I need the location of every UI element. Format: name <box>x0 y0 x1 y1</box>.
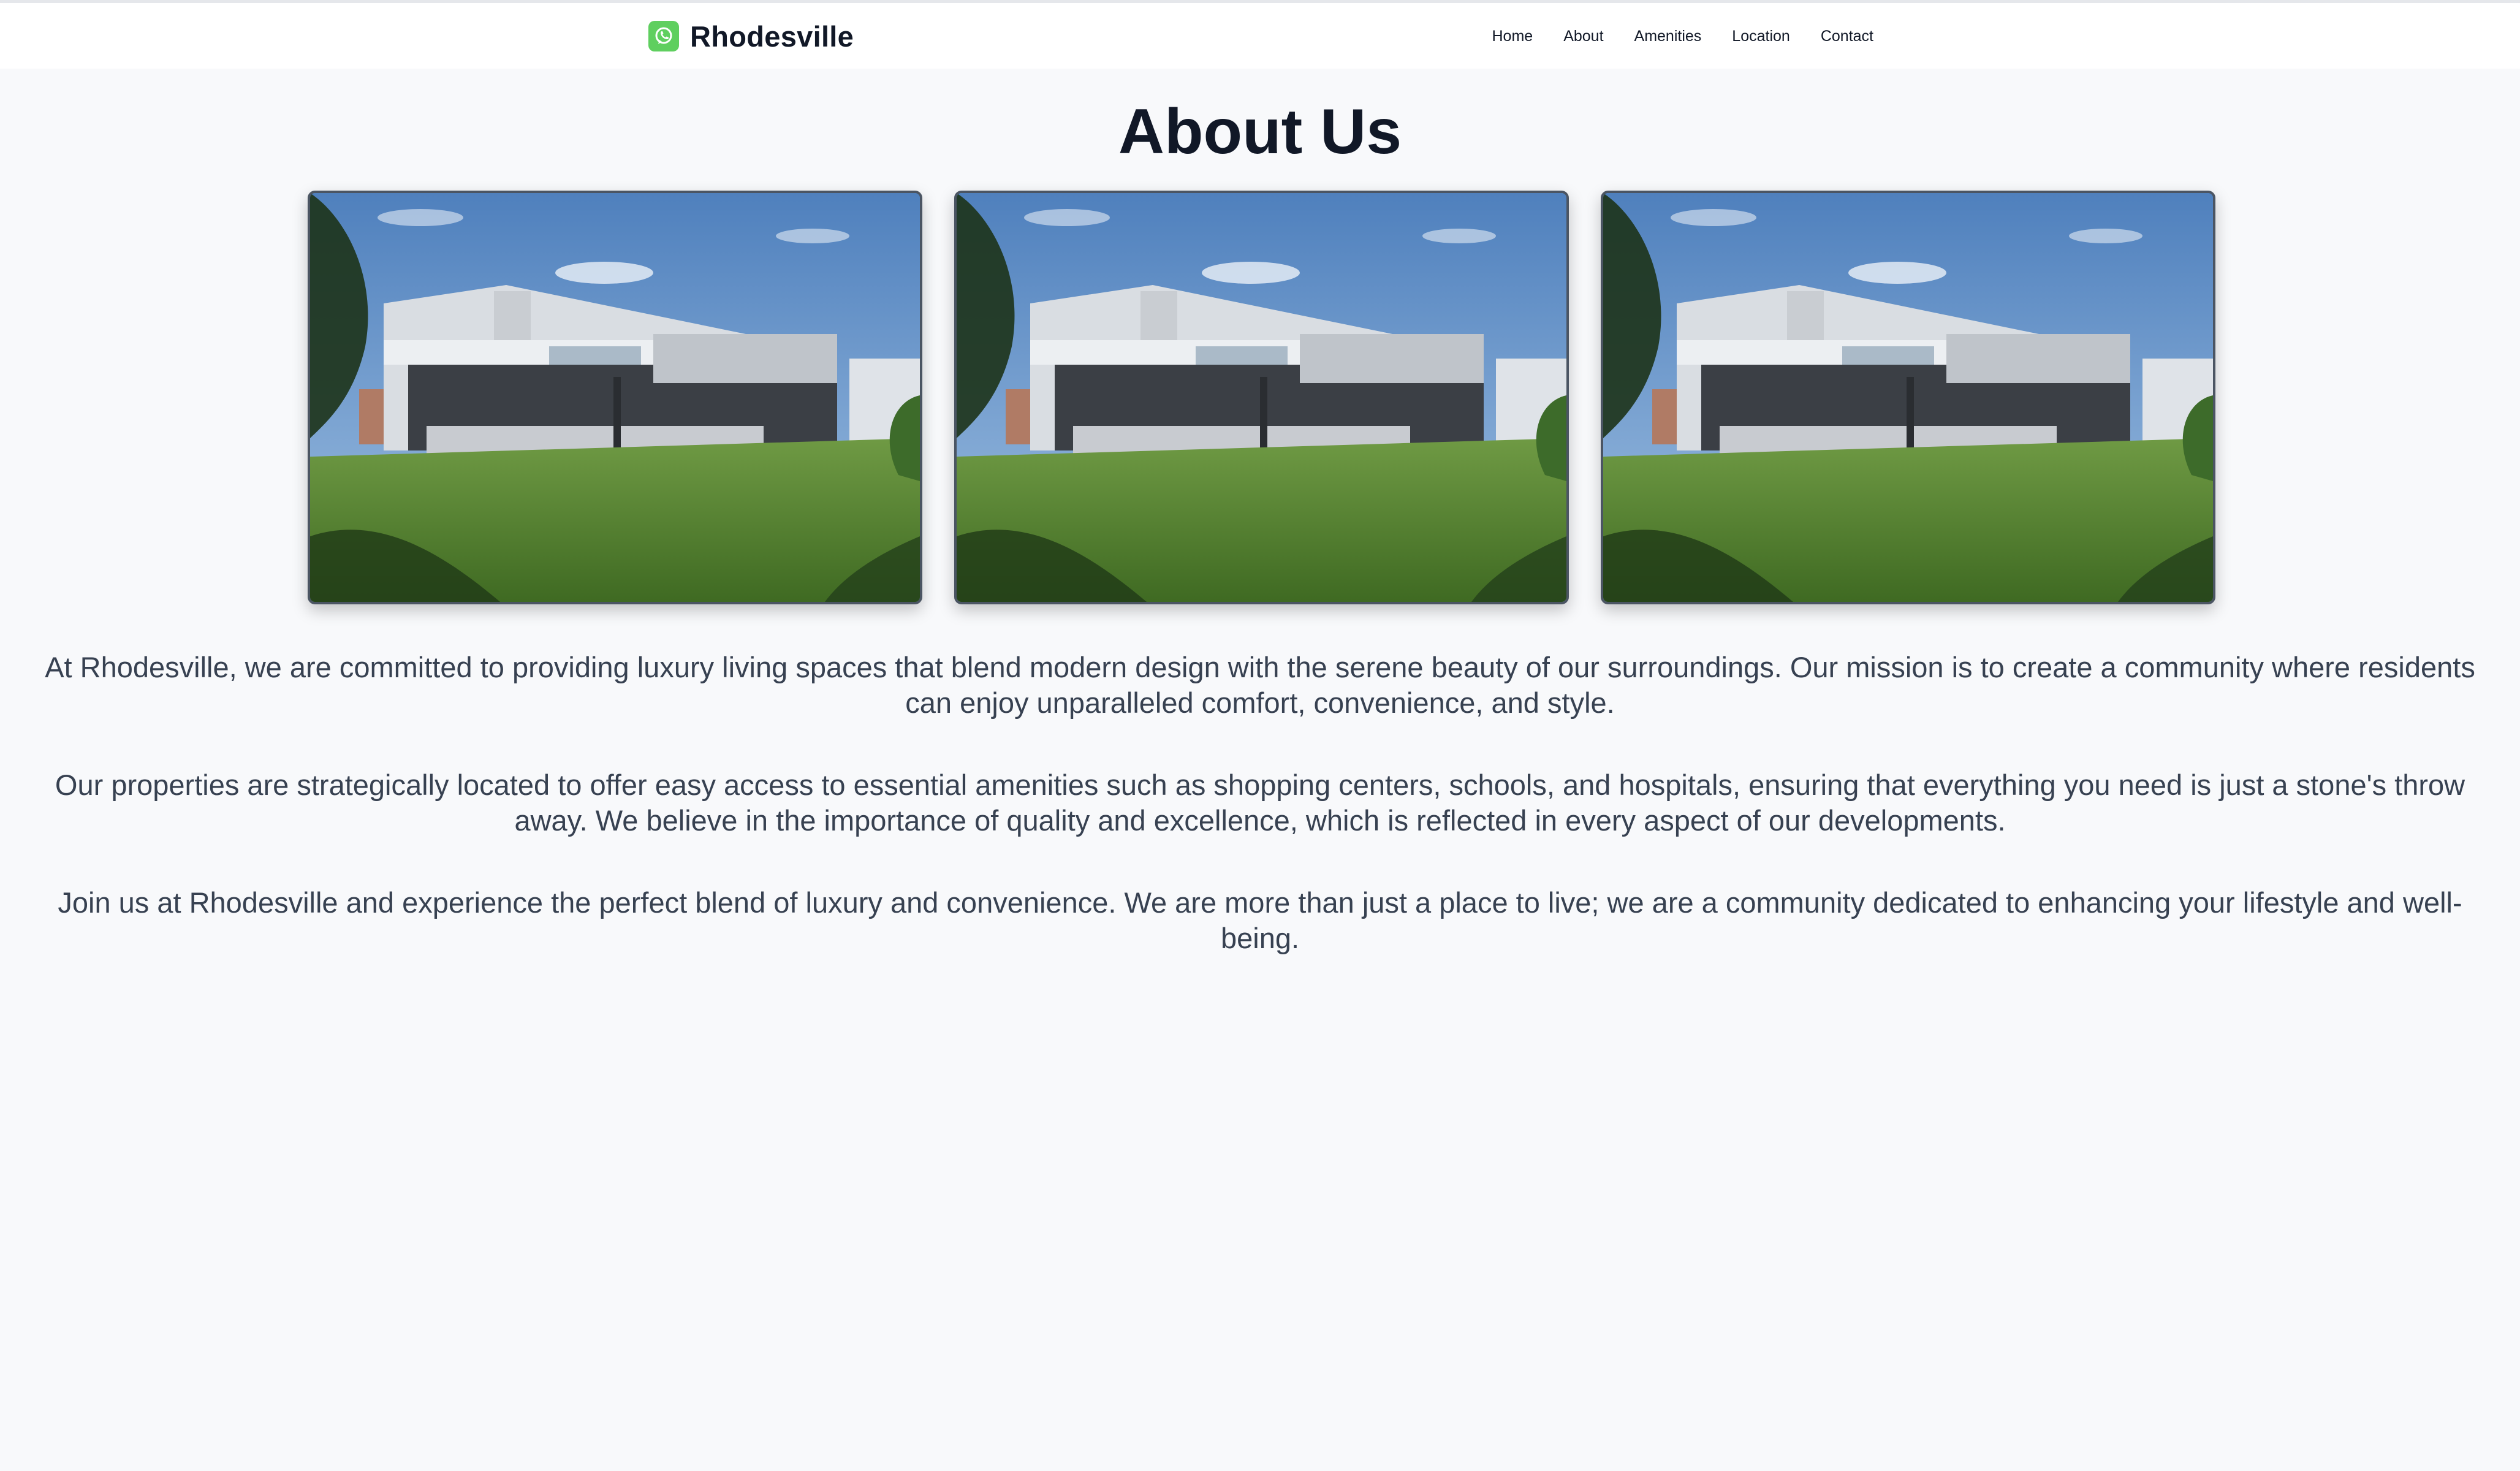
navbar: Rhodesville Home About Amenities Locatio… <box>0 3 2520 69</box>
about-paragraph-1: At Rhodesville, we are committed to prov… <box>45 651 2475 719</box>
about-paragraph-3: Join us at Rhodesville and experience th… <box>58 886 2462 954</box>
nav-link-location[interactable]: Location <box>1732 28 1790 45</box>
about-paragraph-2: Our properties are strategically located… <box>55 769 2465 837</box>
nav-link-amenities[interactable]: Amenities <box>1634 28 1702 45</box>
page-title: About Us <box>1118 96 1402 167</box>
nav-link-home[interactable]: Home <box>1492 28 1533 45</box>
whatsapp-icon[interactable] <box>648 21 679 51</box>
house-photo-2 <box>954 191 1569 604</box>
main-nav: Home About Amenities Location Contact <box>1462 28 1874 45</box>
house-photo-1 <box>308 191 922 604</box>
brand[interactable]: Rhodesville <box>648 20 854 53</box>
nav-link-about[interactable]: About <box>1563 28 1603 45</box>
photo-gallery <box>308 191 2215 604</box>
nav-link-contact[interactable]: Contact <box>1821 28 1873 45</box>
brand-name[interactable]: Rhodesville <box>690 20 854 53</box>
house-photo-3 <box>1601 191 2215 604</box>
